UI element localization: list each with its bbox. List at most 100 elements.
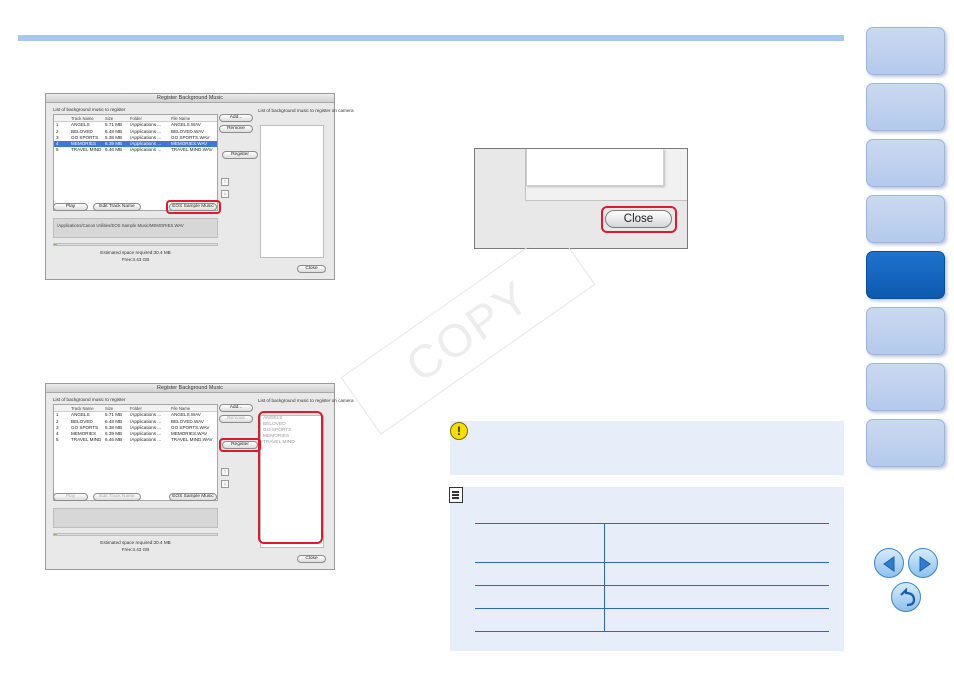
col-file: File Name (171, 116, 191, 121)
move-up-icon[interactable]: ↑ (221, 178, 229, 186)
side-tab-2[interactable] (866, 83, 945, 131)
highlight-register (219, 438, 261, 452)
table-header: Track Name Size Folder File Name (54, 405, 217, 412)
track-size: 6.48 MB (105, 418, 123, 424)
side-tab-6[interactable] (866, 307, 945, 355)
side-tab-5-active[interactable] (866, 251, 945, 299)
side-tab-3[interactable] (866, 139, 945, 187)
copy-watermark: COPY (340, 227, 596, 435)
close-button-zoom: Close (474, 148, 688, 249)
track-size: 6.48 MB (105, 128, 123, 134)
register-button[interactable]: Register (222, 151, 258, 159)
memo-table (475, 523, 829, 632)
space-progress (53, 243, 218, 246)
track-file: TRAVEL MIND.WAV (171, 147, 213, 153)
zoom-list-area (526, 149, 664, 186)
caution-box: ! (450, 421, 844, 475)
move-up-icon[interactable]: ↑ (221, 468, 229, 476)
track-file: ANGELS.WAV (171, 412, 201, 418)
table-row (475, 523, 829, 563)
memo-icon (449, 487, 463, 503)
camera-list-label: List of background music to register on … (258, 398, 354, 403)
edit-track-name-button[interactable]: Edit Track Name (93, 203, 141, 211)
table-row[interactable]: 5 TRAVEL MIND 6.46 MB/Applications ... TRAV… (54, 147, 217, 153)
highlight-eos-sample-music (166, 200, 221, 214)
add-button[interactable]: Add... (219, 114, 253, 122)
track-name: TRAVEL MIND (71, 147, 102, 153)
memo-box (449, 487, 844, 651)
track-name: MEMORIES (71, 140, 97, 146)
edit-track-name-button[interactable]: Edit Track Name (93, 493, 141, 501)
track-size: 5.38 MB (105, 134, 123, 140)
close-button[interactable]: Close (297, 265, 326, 273)
table-row[interactable]: 5 TRAVEL MIND 6.46 MB/Applications ... TRAV… (54, 437, 217, 443)
track-size: 6.46 MB (105, 437, 123, 443)
track-folder: /Applications ... (130, 437, 162, 443)
track-file: BELOVED.WAV (171, 128, 204, 134)
track-name: GO SPORTS (71, 134, 99, 140)
highlight-close (601, 206, 677, 233)
track-folder: /Applications ... (130, 128, 162, 134)
track-folder: /Applications ... (130, 122, 162, 128)
move-down-icon[interactable]: ↓ (221, 190, 229, 198)
music-table[interactable]: Track Name Size Folder File Name 1 ANGELS… (53, 404, 218, 501)
track-folder: /Applications ... (130, 412, 162, 418)
close-button[interactable]: Close (297, 555, 326, 563)
remove-button[interactable]: Remove (219, 125, 253, 133)
col-folder: Folder (130, 406, 142, 411)
track-size: 5.38 MB (105, 424, 123, 430)
register-music-dialog-2: Register Background Music List of backgr… (45, 383, 354, 570)
list-label: List of background music to register (53, 397, 126, 402)
play-button[interactable]: Play (53, 493, 88, 501)
row-number: 3 (56, 424, 59, 430)
music-table[interactable]: Track Name Size Folder File Name 1 ANGELS… (53, 114, 218, 211)
row-number: 5 (56, 147, 59, 153)
dialog-title: Register Background Music (46, 94, 334, 103)
right-arrow-icon[interactable] (908, 548, 938, 578)
table-row (475, 608, 829, 632)
left-arrow-icon[interactable] (874, 548, 904, 578)
track-name: TRAVEL MIND (71, 437, 102, 443)
track-folder: /Applications ... (130, 430, 162, 436)
track-file: BELOVED.WAV (171, 418, 204, 424)
col-track: Track Name (71, 116, 94, 121)
row-number: 4 (56, 430, 59, 436)
highlight-camera-list (258, 411, 323, 544)
play-button[interactable]: Play (53, 203, 88, 211)
move-down-icon[interactable]: ↓ (221, 480, 229, 488)
space-progress (53, 533, 218, 536)
side-tab-8[interactable] (866, 419, 945, 467)
return-icon[interactable] (891, 582, 921, 612)
zoom-panel (525, 149, 687, 201)
track-folder: /Applications ... (130, 134, 162, 140)
row-number: 5 (56, 437, 59, 443)
side-tab-4[interactable] (866, 195, 945, 243)
eos-sample-music-button[interactable]: EOS Sample Music (169, 493, 217, 501)
row-number: 1 (56, 122, 59, 128)
remove-button[interactable]: Remove (219, 415, 253, 423)
track-size: 6.39 MB (105, 140, 123, 146)
table-row (475, 585, 829, 609)
col-folder: Folder (130, 116, 142, 121)
col-size: Size (105, 116, 114, 121)
track-size: 5.71 MB (105, 412, 123, 418)
row-number: 2 (56, 418, 59, 424)
row-number: 4 (56, 140, 59, 146)
track-name: BELOVED (71, 128, 93, 134)
free-space: Free:3.43 GB (121, 257, 150, 262)
track-size: 6.46 MB (105, 147, 123, 153)
estimated-space: Estimated space required:30.4 MB (100, 250, 171, 255)
register-music-dialog-1: Register Background Music List of backgr… (45, 93, 354, 280)
track-size: 6.39 MB (105, 430, 123, 436)
track-name: GO SPORTS (71, 424, 99, 430)
add-button[interactable]: Add... (219, 404, 253, 412)
track-file: TRAVEL MIND.WAV (171, 437, 213, 443)
col-track: Track Name (71, 406, 94, 411)
side-tab-7[interactable] (866, 363, 945, 411)
track-file: GO SPORTS.WAV (171, 424, 210, 430)
camera-music-list[interactable] (260, 125, 324, 258)
col-size: Size (105, 406, 114, 411)
side-tab-1[interactable] (866, 27, 945, 75)
row-number: 2 (56, 128, 59, 134)
row-number: 1 (56, 412, 59, 418)
